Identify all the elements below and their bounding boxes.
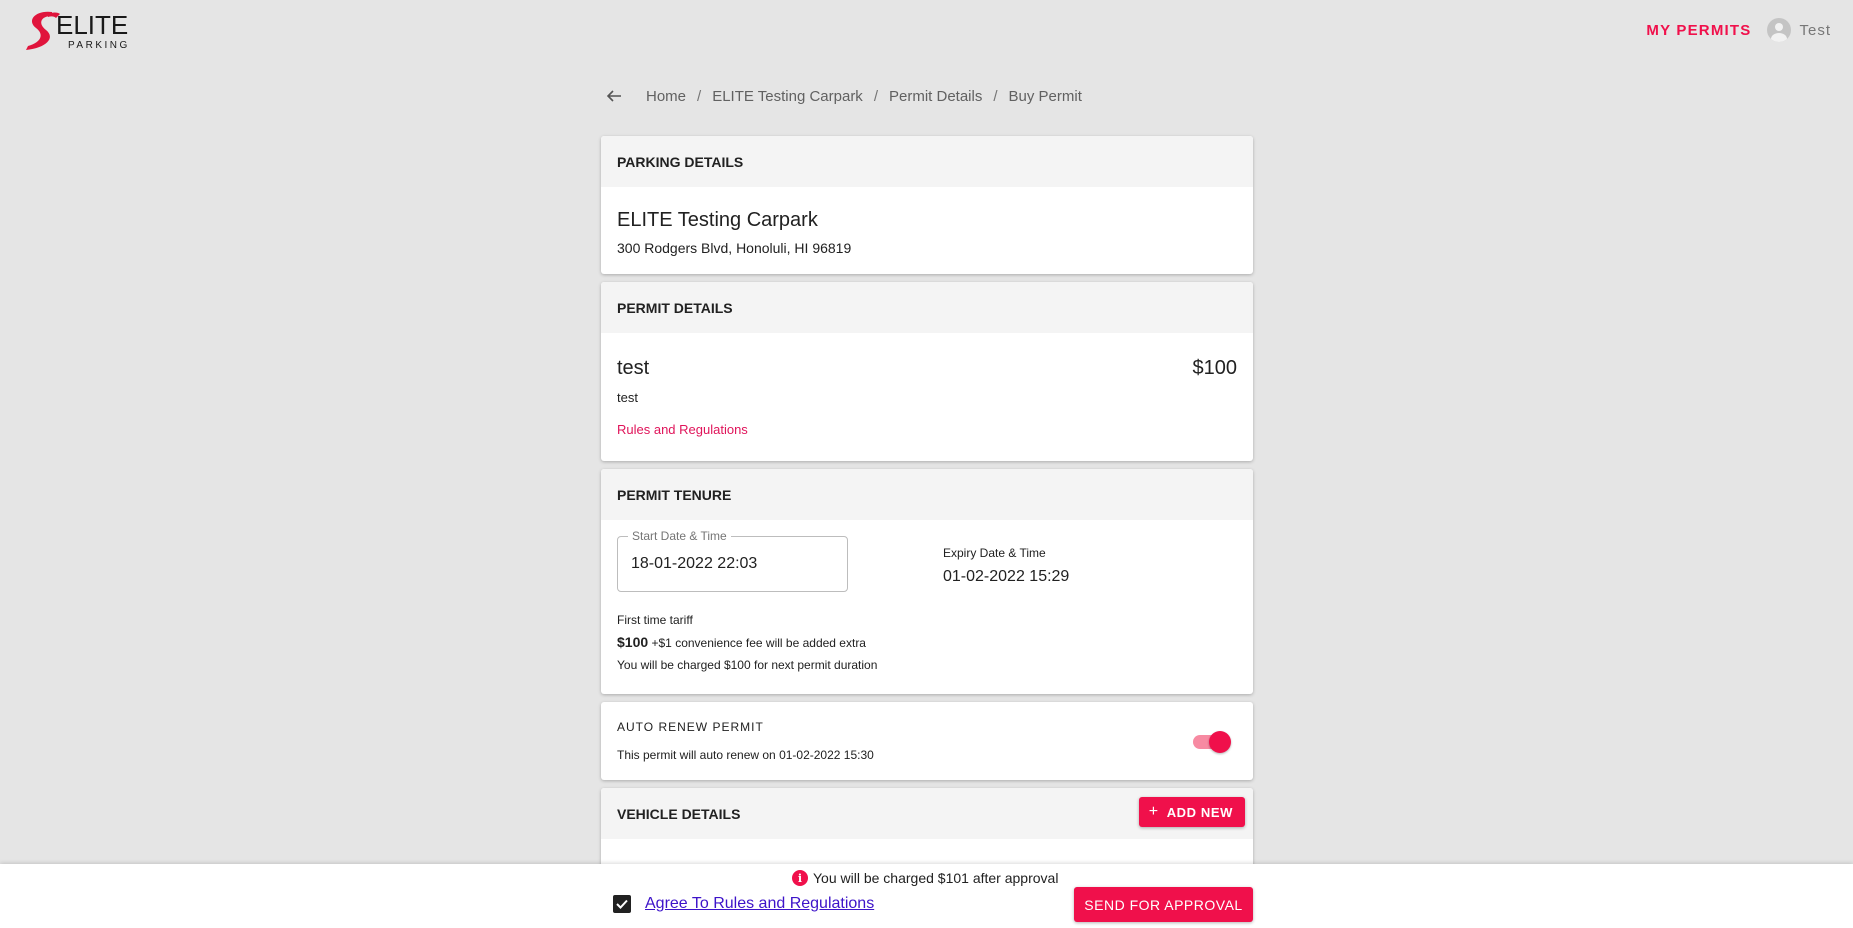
permit-price: $100	[1192, 357, 1238, 379]
send-for-approval-button[interactable]: SEND FOR APPROVAL	[1074, 887, 1253, 922]
auto-renew-card: AUTO RENEW PERMIT This permit will auto …	[601, 702, 1253, 780]
auto-renew-toggle[interactable]	[1191, 730, 1231, 753]
info-icon: i	[792, 870, 808, 886]
start-date-label: Start Date & Time	[628, 529, 731, 543]
charge-note-text: You will be charged $101 after approval	[813, 870, 1059, 886]
top-bar: ELITE PARKING MY PERMITS Test	[0, 0, 1853, 60]
tariff-label: First time tariff	[617, 613, 693, 627]
vehicle-details-card: VEHICLE DETAILS + ADD NEW	[601, 788, 1253, 868]
add-new-label: ADD NEW	[1166, 804, 1233, 820]
tariff-info: First time tariff $100 +$1 convenience f…	[617, 609, 1237, 676]
agree-rules-link[interactable]: Agree To Rules and Regulations	[645, 895, 874, 913]
vehicle-details-heading: VEHICLE DETAILS + ADD NEW	[601, 788, 1253, 839]
add-new-vehicle-button[interactable]: + ADD NEW	[1138, 797, 1245, 827]
agree-rules: Agree To Rules and Regulations	[613, 895, 874, 913]
breadcrumb-home[interactable]: Home	[646, 88, 686, 105]
svg-text:PARKING: PARKING	[68, 40, 130, 51]
parking-details-card: PARKING DETAILS ELITE Testing Carpark 30…	[601, 136, 1253, 274]
user-name: Test	[1799, 21, 1831, 39]
auto-renew-subtitle: This permit will auto renew on 01-02-202…	[617, 748, 874, 762]
permit-tenure-heading: PERMIT TENURE	[601, 469, 1253, 520]
carpark-name: ELITE Testing Carpark	[617, 209, 818, 231]
start-date-value[interactable]: 18-01-2022 22:03	[631, 555, 831, 573]
expiry-date: Expiry Date & Time 01-02-2022 15:29	[943, 546, 1069, 592]
bottom-action-bar: i You will be charged $101 after approva…	[0, 864, 1853, 928]
breadcrumb-separator: /	[873, 87, 878, 105]
user-menu[interactable]: Test	[1767, 18, 1831, 42]
tariff-note: You will be charged $100 for next permit…	[617, 658, 878, 672]
elite-parking-logo[interactable]: ELITE PARKING	[22, 6, 152, 54]
svg-text:ELITE: ELITE	[56, 10, 128, 40]
plus-icon: +	[1148, 803, 1159, 820]
toggle-thumb	[1209, 731, 1231, 753]
breadcrumb-buy-permit: Buy Permit	[1008, 87, 1082, 105]
permit-description: test	[617, 390, 638, 405]
tariff-fee: +$1 convenience fee will be added extra	[651, 636, 866, 650]
breadcrumb-permit-details[interactable]: Permit Details	[889, 88, 982, 105]
expiry-date-value: 01-02-2022 15:29	[943, 568, 1070, 585]
check-icon	[616, 899, 628, 909]
permit-name: test	[617, 357, 650, 379]
charge-note: i You will be charged $101 after approva…	[792, 870, 1058, 886]
back-arrow-icon[interactable]	[604, 86, 624, 106]
breadcrumb-carpark[interactable]: ELITE Testing Carpark	[712, 88, 863, 105]
expiry-date-label: Expiry Date & Time	[943, 546, 1046, 560]
tariff-amount: $100	[617, 634, 649, 650]
permit-details-heading: PERMIT DETAILS	[601, 282, 1253, 333]
agree-checkbox[interactable]	[613, 895, 631, 913]
permit-details-card: PERMIT DETAILS test $100 test Rules and …	[601, 282, 1253, 461]
account-circle-icon	[1767, 18, 1792, 42]
auto-renew-title: AUTO RENEW PERMIT	[617, 720, 764, 734]
permit-tenure-card: PERMIT TENURE Start Date & Time 18-01-20…	[601, 469, 1253, 694]
rules-and-regulations-link[interactable]: Rules and Regulations	[617, 422, 748, 437]
breadcrumb: Home / ELITE Testing Carpark / Permit De…	[604, 86, 1082, 106]
parking-details-heading: PARKING DETAILS	[601, 136, 1253, 187]
vehicle-details-title: VEHICLE DETAILS	[617, 805, 741, 822]
carpark-address: 300 Rodgers Blvd, Honoluli, HI 96819	[617, 240, 852, 256]
start-date-field[interactable]: Start Date & Time 18-01-2022 22:03	[617, 529, 848, 592]
breadcrumb-separator: /	[993, 87, 998, 105]
breadcrumb-separator: /	[697, 87, 702, 105]
main-content: PARKING DETAILS ELITE Testing Carpark 30…	[601, 136, 1253, 876]
my-permits-link[interactable]: MY PERMITS	[1646, 22, 1751, 39]
